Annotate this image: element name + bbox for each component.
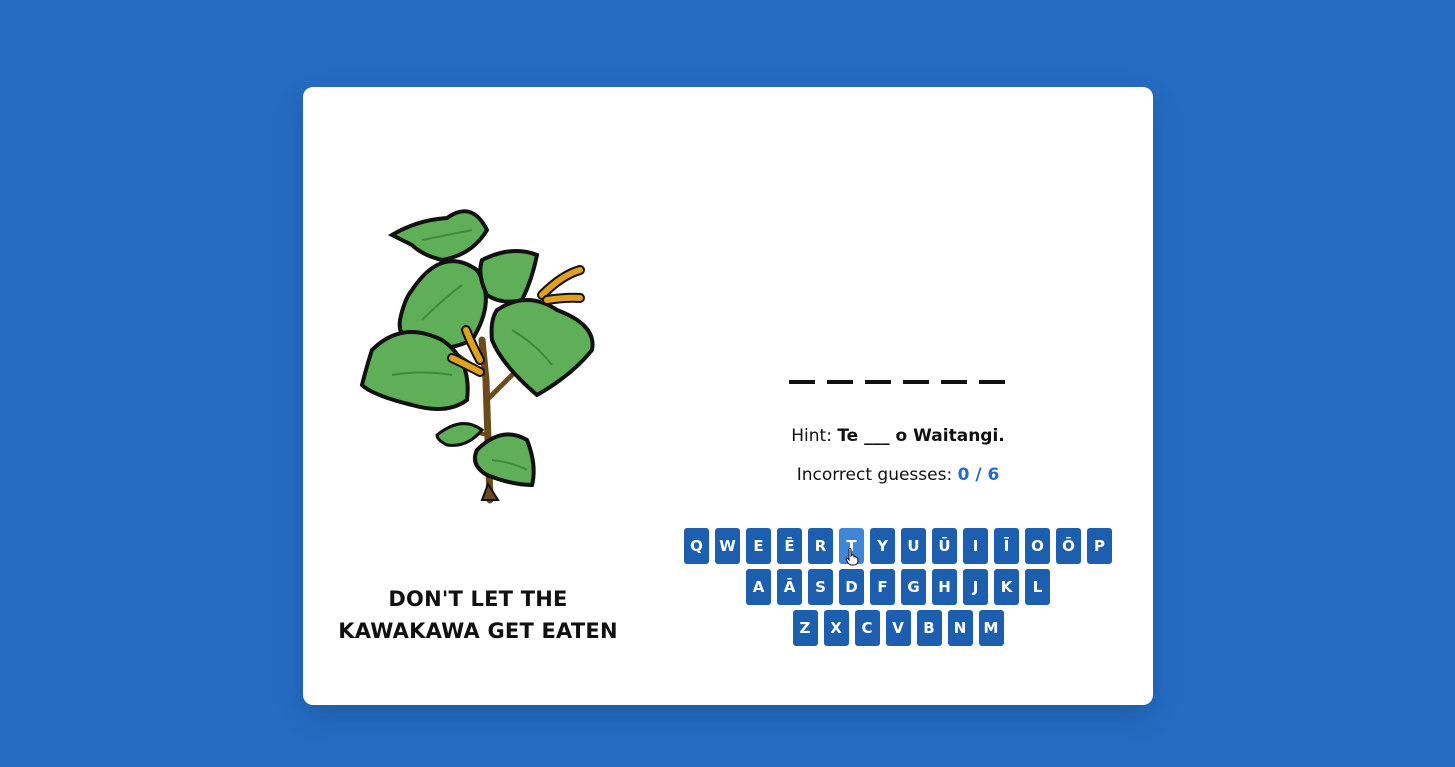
word-blanks xyxy=(789,372,1005,384)
hint-label: Hint: xyxy=(791,426,832,446)
key-u[interactable]: U xyxy=(901,528,926,564)
key-w[interactable]: W xyxy=(715,528,740,564)
letter-blank xyxy=(903,380,929,384)
key-y[interactable]: Y xyxy=(870,528,895,564)
keyboard-row-2: AĀSDFGHJKL xyxy=(660,569,1136,605)
key-e[interactable]: E xyxy=(746,528,771,564)
key-x[interactable]: X xyxy=(823,610,849,646)
key-ē[interactable]: Ē xyxy=(777,528,802,564)
key-f[interactable]: F xyxy=(870,569,895,605)
key-ō[interactable]: Ō xyxy=(1056,528,1081,564)
letter-blank xyxy=(865,380,891,384)
letter-keyboard: QWEĒRTYUŪIĪOŌP AĀSDFGHJKL ZXCVBNM xyxy=(660,528,1136,651)
key-b[interactable]: B xyxy=(916,610,942,646)
letter-blank xyxy=(979,380,1005,384)
game-title-line-2: KAWAKAWA GET EATEN xyxy=(338,619,618,643)
key-ā[interactable]: Ā xyxy=(777,569,802,605)
key-o[interactable]: O xyxy=(1025,528,1050,564)
keyboard-row-3: ZXCVBNM xyxy=(660,610,1136,646)
key-v[interactable]: V xyxy=(885,610,911,646)
key-r[interactable]: R xyxy=(808,528,833,564)
hint-line: Hint: Te ___ o Waitangi. xyxy=(700,426,1096,446)
key-c[interactable]: C xyxy=(854,610,880,646)
key-n[interactable]: N xyxy=(947,610,973,646)
key-j[interactable]: J xyxy=(963,569,988,605)
game-title-line-1: DON'T LET THE xyxy=(388,587,568,611)
key-a[interactable]: A xyxy=(746,569,771,605)
kawakawa-plant-icon xyxy=(359,209,595,504)
key-z[interactable]: Z xyxy=(792,610,818,646)
incorrect-guesses-label: Incorrect guesses: xyxy=(796,465,953,485)
key-m[interactable]: M xyxy=(978,610,1004,646)
key-l[interactable]: L xyxy=(1025,569,1050,605)
key-d[interactable]: D xyxy=(839,569,864,605)
incorrect-guesses: Incorrect guesses: 0 / 6 xyxy=(700,465,1096,485)
keyboard-row-1: QWEĒRTYUŪIĪOŌP xyxy=(660,528,1136,564)
key-s[interactable]: S xyxy=(808,569,833,605)
key-k[interactable]: K xyxy=(994,569,1019,605)
hint-text: Te ___ o Waitangi. xyxy=(837,426,1005,446)
incorrect-guesses-count: 0 / 6 xyxy=(957,465,1000,485)
hand-pointer-icon xyxy=(845,548,859,566)
key-p[interactable]: P xyxy=(1087,528,1112,564)
game-title: DON'T LET THE KAWAKAWA GET EATEN xyxy=(330,583,626,647)
key-h[interactable]: H xyxy=(932,569,957,605)
letter-blank xyxy=(941,380,967,384)
key-q[interactable]: Q xyxy=(684,528,709,564)
letter-blank xyxy=(827,380,853,384)
key-ū[interactable]: Ū xyxy=(932,528,957,564)
key-i[interactable]: I xyxy=(963,528,988,564)
key-ī[interactable]: Ī xyxy=(994,528,1019,564)
letter-blank xyxy=(789,380,815,384)
key-g[interactable]: G xyxy=(901,569,926,605)
